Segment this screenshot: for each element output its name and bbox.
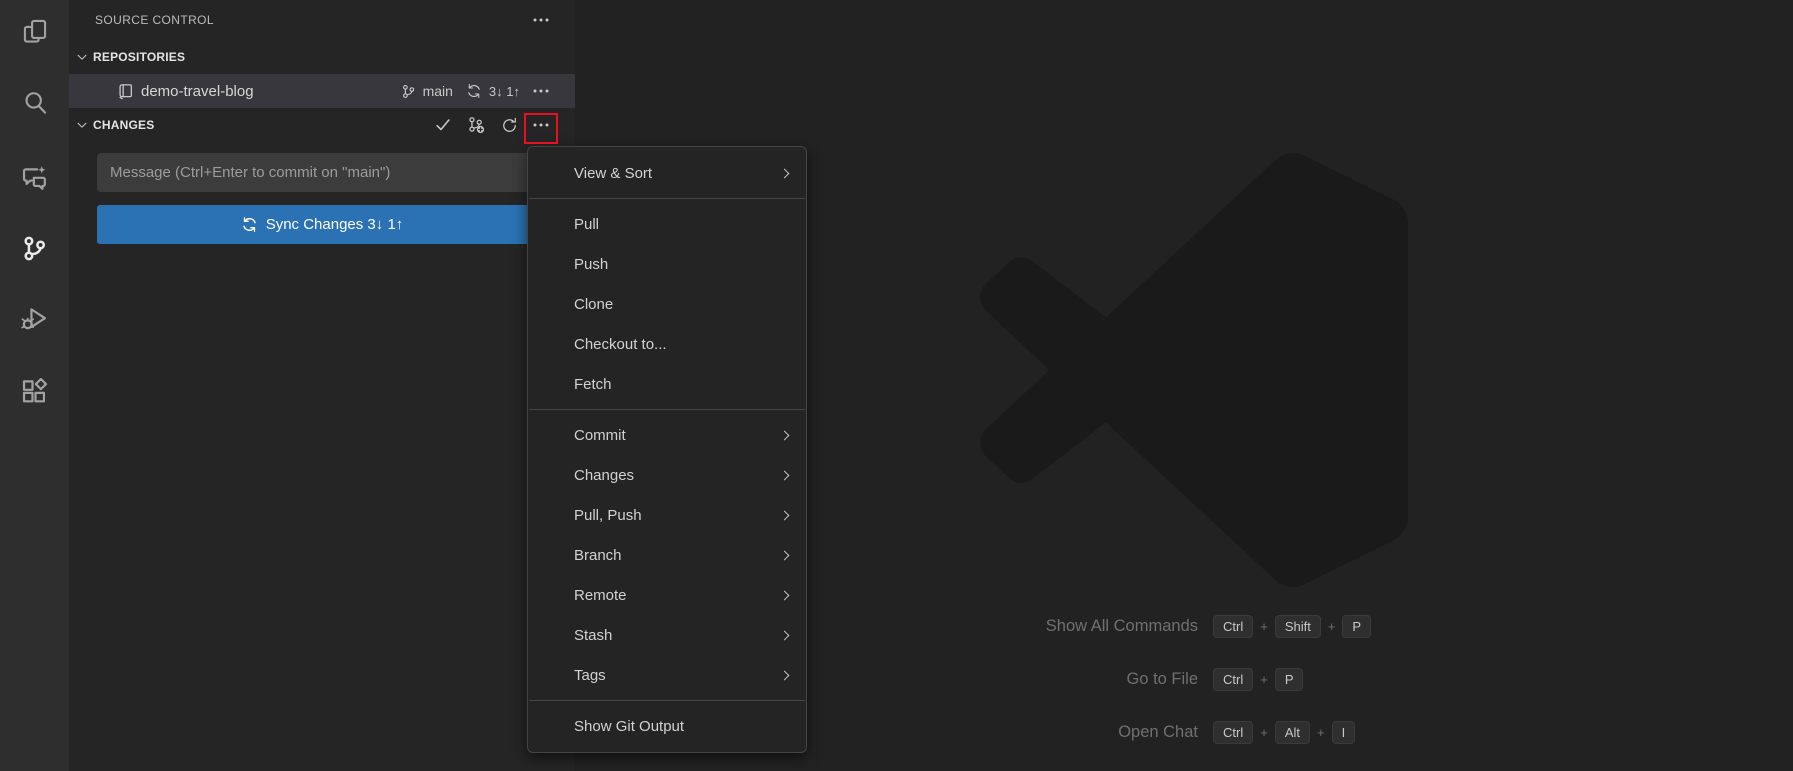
- menu-separator: [529, 700, 805, 701]
- plus-separator: +: [1316, 724, 1325, 740]
- vscode-logo-watermark: [980, 153, 1408, 587]
- plus-separator: +: [1260, 618, 1268, 634]
- watermark-shortcuts: Show All Commands Ctrl + Shift + P Go to File C…: [900, 606, 1372, 752]
- refresh-icon[interactable]: [501, 117, 518, 134]
- scm-context-menu: View & Sort Pull Push Clone Checkout to... Fe…: [527, 146, 807, 753]
- plus-separator: +: [1327, 618, 1336, 634]
- plus-separator: +: [1260, 671, 1268, 687]
- repo-book-icon: [119, 83, 132, 99]
- sidebar-title: SOURCE CONTROL: [95, 13, 214, 27]
- repo-row-demo-travel-blog[interactable]: demo-travel-blog main 3↓ 1↑: [69, 74, 575, 108]
- sync-counts: 3↓ 1↑: [488, 83, 520, 99]
- keycap-alt: Alt: [1274, 720, 1310, 744]
- menu-item-fetch[interactable]: Fetch: [528, 364, 806, 404]
- menu-item-label: Tags: [574, 666, 606, 684]
- shortcut-keys: Ctrl + Shift + P: [1213, 614, 1372, 638]
- menu-item-clone[interactable]: Clone: [528, 284, 806, 324]
- menu-item-changes[interactable]: Changes: [528, 455, 806, 495]
- chat-sparkle-icon[interactable]: [0, 148, 69, 206]
- menu-item-label: Remote: [574, 586, 627, 604]
- keycap-i: I: [1331, 720, 1356, 744]
- keycap-ctrl: Ctrl: [1213, 614, 1254, 638]
- sidebar-more-actions-icon[interactable]: [533, 18, 549, 22]
- changes-label: CHANGES: [93, 118, 155, 132]
- activity-bar: [0, 0, 69, 771]
- commit-check-icon[interactable]: [434, 116, 452, 134]
- submenu-chevron-icon: [779, 590, 790, 600]
- menu-item-checkout-to[interactable]: Checkout to...: [528, 324, 806, 364]
- menu-item-remote[interactable]: Remote: [528, 575, 806, 615]
- menu-item-label: Pull, Push: [574, 506, 642, 524]
- menu-item-label: Changes: [574, 466, 635, 484]
- sync-button-label: Sync Changes 3↓ 1↑: [265, 216, 404, 233]
- submenu-chevron-icon: [779, 430, 790, 440]
- menu-item-stash[interactable]: Stash: [528, 615, 806, 655]
- menu-item-label: Push: [574, 255, 609, 273]
- menu-item-push[interactable]: Push: [528, 244, 806, 284]
- keycap-ctrl: Ctrl: [1213, 720, 1254, 744]
- changes-section-header[interactable]: CHANGES: [69, 108, 575, 142]
- git-branch-icon: [402, 84, 414, 98]
- submenu-chevron-icon: [779, 630, 790, 640]
- repo-more-actions-icon[interactable]: [533, 89, 549, 93]
- sidebar-title-row: SOURCE CONTROL: [69, 0, 575, 40]
- shortcut-label: Go to File: [1126, 669, 1198, 688]
- sync-icon: [468, 84, 480, 98]
- menu-item-label: Fetch: [574, 375, 612, 393]
- commit-message-input[interactable]: [97, 153, 547, 192]
- shortcut-label: Open Chat: [1118, 722, 1198, 741]
- changes-more-actions-icon[interactable]: [533, 123, 549, 127]
- menu-item-label: Stash: [574, 626, 613, 644]
- menu-item-label: Branch: [574, 546, 622, 564]
- repositories-label: REPOSITORIES: [93, 50, 186, 64]
- menu-item-label: Show Git Output: [574, 717, 685, 735]
- menu-item-commit[interactable]: Commit: [528, 415, 806, 455]
- shortcut-keys: Ctrl + P: [1213, 667, 1304, 691]
- shortcut-row: Go to File Ctrl + P: [900, 659, 1371, 699]
- submenu-chevron-icon: [779, 168, 790, 178]
- repo-name: demo-travel-blog: [141, 82, 254, 100]
- vscode-window: SOURCE CONTROL REPOSITORIES demo-travel-…: [0, 0, 1793, 771]
- submenu-chevron-icon: [779, 470, 790, 480]
- menu-separator: [529, 198, 805, 199]
- menu-item-pull-push[interactable]: Pull, Push: [528, 495, 806, 535]
- source-control-sidebar: SOURCE CONTROL REPOSITORIES demo-travel-…: [69, 0, 575, 771]
- keycap-p: P: [1342, 614, 1372, 638]
- menu-item-show-git-output[interactable]: Show Git Output: [528, 706, 806, 746]
- extensions-icon[interactable]: [0, 361, 69, 419]
- menu-item-label: View & Sort: [574, 164, 653, 182]
- sync-icon: [242, 217, 256, 232]
- keycap-ctrl: Ctrl: [1213, 667, 1254, 691]
- menu-separator: [529, 409, 805, 410]
- submenu-chevron-icon: [779, 550, 790, 560]
- run-debug-icon[interactable]: [0, 289, 69, 347]
- chevron-down-icon: [77, 54, 87, 60]
- menu-item-label: Pull: [574, 215, 600, 233]
- shortcut-row: Open Chat Ctrl + Alt + I: [900, 712, 1371, 752]
- keycap-p: P: [1274, 667, 1304, 691]
- menu-item-view-sort[interactable]: View & Sort: [528, 153, 806, 193]
- shortcut-row: Show All Commands Ctrl + Shift + P: [900, 606, 1372, 646]
- shortcut-label: Show All Commands: [1045, 616, 1198, 635]
- menu-item-label: Commit: [574, 426, 626, 444]
- menu-item-pull[interactable]: Pull: [528, 204, 806, 244]
- menu-item-branch[interactable]: Branch: [528, 535, 806, 575]
- plus-separator: +: [1260, 724, 1268, 740]
- submenu-chevron-icon: [779, 670, 790, 680]
- source-control-icon[interactable]: [0, 219, 69, 277]
- menu-item-tags[interactable]: Tags: [528, 655, 806, 695]
- keycap-shift: Shift: [1274, 614, 1321, 638]
- shortcut-keys: Ctrl + Alt + I: [1213, 720, 1356, 744]
- repositories-section-header[interactable]: REPOSITORIES: [69, 40, 575, 74]
- menu-item-label: Clone: [574, 295, 614, 313]
- search-icon[interactable]: [0, 74, 69, 132]
- explorer-copy-icon[interactable]: [0, 2, 69, 60]
- branch-plus-icon[interactable]: [467, 116, 486, 135]
- submenu-chevron-icon: [779, 510, 790, 520]
- menu-item-label: Checkout to...: [574, 335, 667, 353]
- sync-changes-button[interactable]: Sync Changes 3↓ 1↑: [97, 205, 547, 244]
- branch-name: main: [422, 83, 453, 99]
- chevron-down-icon: [77, 122, 87, 128]
